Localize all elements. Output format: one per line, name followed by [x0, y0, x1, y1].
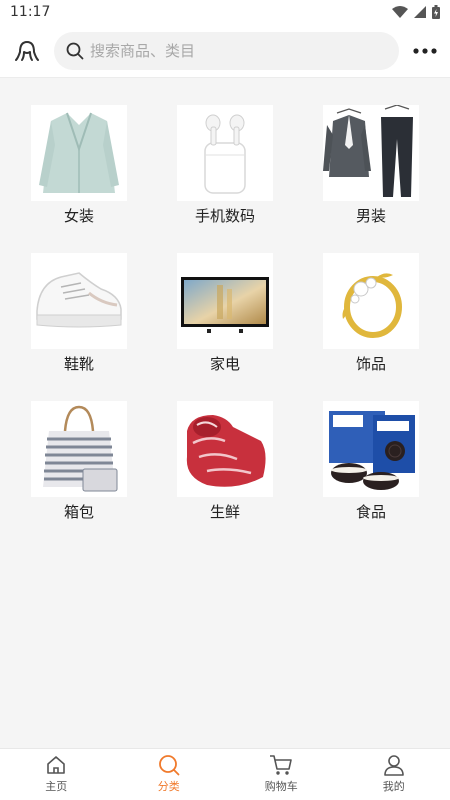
more-dots-icon: [412, 47, 437, 54]
category-search-icon: [158, 755, 180, 776]
category-item-jewelry[interactable]: 饰品: [298, 226, 444, 374]
category-item-food[interactable]: 食品: [298, 374, 444, 522]
octopus-logo-icon: [15, 40, 39, 61]
cart-icon: [270, 755, 293, 775]
status-bar: 11:17: [0, 0, 450, 24]
wifi-icon: [392, 6, 408, 18]
category-label: 鞋靴: [63, 355, 94, 373]
tab-label: 主页: [45, 780, 68, 793]
user-icon: [383, 755, 404, 776]
tab-label: 分类: [157, 780, 180, 793]
category-label: 食品: [355, 503, 386, 521]
tab-home[interactable]: 主页: [0, 749, 113, 800]
category-item-bags[interactable]: 箱包: [6, 374, 152, 522]
category-item-appliances[interactable]: 家电: [152, 226, 298, 374]
tote-bag-image: [31, 401, 127, 497]
top-header: [0, 24, 450, 78]
category-item-men[interactable]: 男装: [298, 78, 444, 226]
category-item-fresh[interactable]: 生鲜: [152, 374, 298, 522]
men-suit-image: [323, 105, 419, 201]
category-label: 手机数码: [194, 207, 255, 225]
ring-image: [323, 253, 419, 349]
cellular-signal-icon: [414, 6, 426, 18]
search-icon: [66, 42, 84, 59]
bottom-tab-bar: 主页 分类 购物车 我的: [0, 748, 450, 800]
category-label: 生鲜: [209, 503, 240, 521]
category-item-digital[interactable]: 手机数码: [152, 78, 298, 226]
category-label: 男装: [355, 207, 386, 225]
logo-button[interactable]: [0, 24, 54, 78]
tab-category[interactable]: 分类: [113, 749, 226, 800]
category-item-women[interactable]: 女装: [6, 78, 152, 226]
status-time: 11:17: [10, 4, 51, 20]
women-blazer-image: [31, 105, 127, 201]
tab-mine[interactable]: 我的: [338, 749, 450, 800]
cookies-image: [323, 401, 419, 497]
category-item-shoes[interactable]: 鞋靴: [6, 226, 152, 374]
category-grid: 女装 手机数码 男装 鞋靴 家电 饰品 箱包 生鲜 食品: [0, 78, 450, 522]
battery-icon: [432, 5, 440, 19]
search-input[interactable]: [90, 41, 380, 60]
earbuds-image: [177, 105, 273, 201]
tab-label: 购物车: [264, 780, 298, 793]
category-label: 家电: [209, 355, 240, 373]
television-image: [177, 253, 273, 349]
category-label: 饰品: [355, 355, 386, 373]
meat-image: [177, 401, 273, 497]
category-label: 女装: [63, 207, 94, 225]
tab-cart[interactable]: 购物车: [225, 749, 338, 800]
more-options-button[interactable]: [399, 24, 450, 78]
category-label: 箱包: [63, 503, 94, 521]
sneaker-image: [31, 253, 127, 349]
home-icon: [47, 756, 66, 774]
search-bar[interactable]: [54, 31, 399, 70]
tab-label: 我的: [382, 780, 405, 793]
